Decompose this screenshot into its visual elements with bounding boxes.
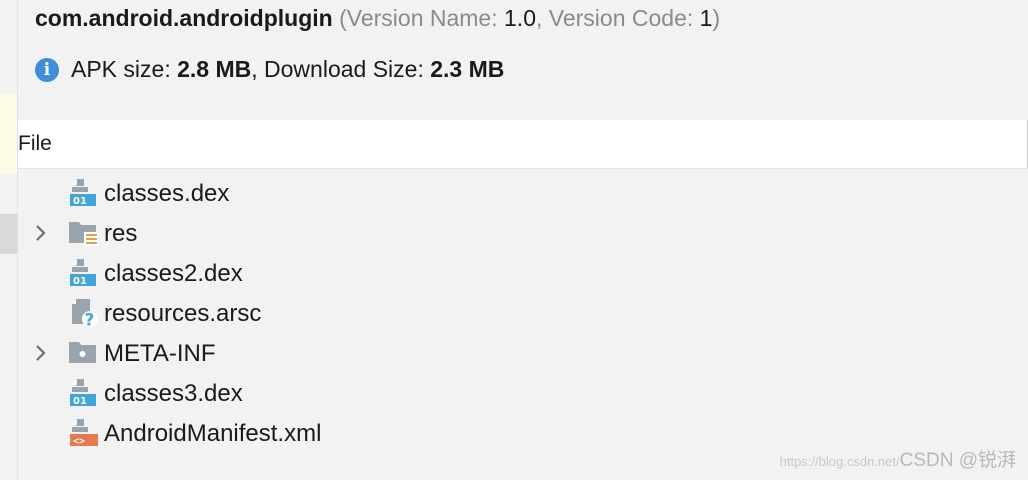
svg-text:01: 01 [73, 396, 87, 407]
watermark-url: https://blog.csdn.net/ [779, 454, 900, 469]
download-size-value: 2.3 MB [430, 56, 505, 82]
column-header-file[interactable]: File [18, 132, 52, 156]
tree-item-label[interactable]: res [104, 220, 137, 248]
chevron-right-icon[interactable] [32, 343, 50, 363]
unknown-file-icon: ? [72, 299, 98, 329]
tree-item-label[interactable]: resources.arsc [104, 300, 261, 328]
svg-text:?: ? [85, 311, 95, 329]
svg-text:01: 01 [73, 196, 87, 207]
version-info: (Version Name: 1.0, Version Code: 1) [332, 5, 721, 31]
svg-text:01: 01 [73, 276, 87, 287]
size-info: i APK size: 2.8 MB, Download Size: 2.3 M… [35, 56, 504, 83]
dex-file-icon: 01 [70, 379, 96, 407]
package-name: com.android.androidplugin [35, 5, 333, 31]
watermark: https://blog.csdn.net/CSDN @锐湃 [780, 445, 1016, 472]
tree-item-label[interactable]: classes.dex [104, 180, 229, 208]
tree-row[interactable]: 01 classes3.dex [18, 373, 1028, 413]
tree-item-label[interactable]: classes2.dex [104, 260, 243, 288]
xml-file-icon: <> [70, 419, 98, 447]
watermark-text: CSDN @锐湃 [899, 450, 1016, 471]
download-size-label: , Download Size: [251, 56, 424, 82]
file-tree: 01 classes.dex res 01 classes2.dex ? res… [18, 173, 1028, 453]
tree-item-label[interactable]: META-INF [104, 340, 216, 368]
dex-file-icon: 01 [70, 259, 96, 287]
gutter-selection-marker [0, 214, 17, 254]
version-code: 1 [699, 5, 713, 31]
dex-file-icon: 01 [70, 179, 96, 207]
tree-row[interactable]: 01 classes2.dex [18, 253, 1028, 293]
folder-icon [69, 342, 96, 363]
chevron-right-icon[interactable] [32, 223, 50, 243]
tree-row[interactable]: res [18, 213, 1028, 253]
gutter-highlight [0, 94, 17, 174]
tree-item-label[interactable]: AndroidManifest.xml [104, 420, 321, 448]
info-icon: i [35, 57, 59, 82]
apk-size-label: APK size: [71, 56, 171, 82]
tree-item-label[interactable]: classes3.dex [104, 380, 243, 408]
apk-header: com.android.androidplugin (Version Name:… [35, 5, 720, 32]
tree-row[interactable]: ? resources.arsc [18, 293, 1028, 333]
tree-row[interactable]: 01 classes.dex [18, 173, 1028, 213]
apk-size-value: 2.8 MB [177, 56, 252, 82]
resource-folder-icon [69, 222, 98, 246]
file-column-header[interactable]: File [18, 120, 1028, 169]
svg-text:<>: <> [73, 436, 85, 447]
version-name: 1.0 [504, 5, 536, 31]
tree-row[interactable]: META-INF [18, 333, 1028, 373]
